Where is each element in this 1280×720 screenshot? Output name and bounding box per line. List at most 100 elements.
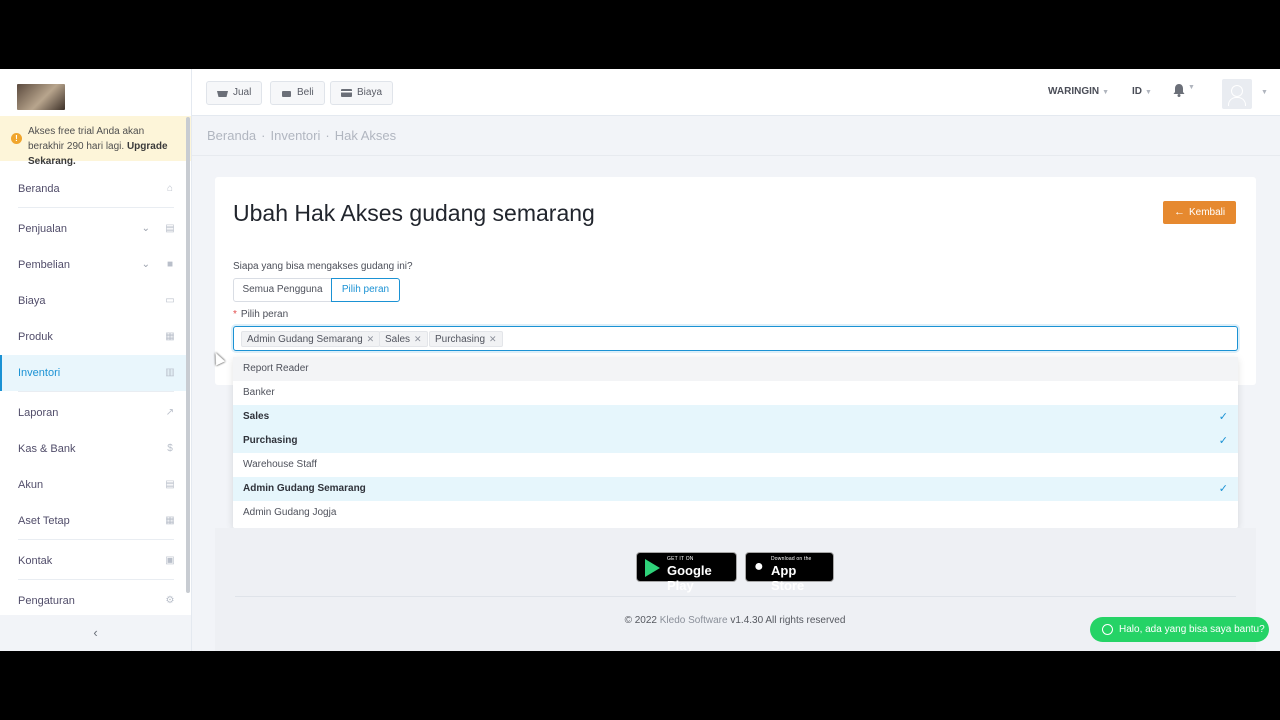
- sidebar-item-label: Aset Tetap: [18, 515, 70, 527]
- chevron-down-icon: ▼: [1188, 84, 1195, 91]
- app-store-badge[interactable]: ● Download on the App Store: [745, 552, 834, 593]
- dropdown-option[interactable]: Banker: [233, 381, 1238, 405]
- google-play-badge[interactable]: GET IT ON Google Play: [636, 552, 737, 593]
- chevron-down-icon[interactable]: ▼: [1258, 86, 1268, 97]
- dropdown-option[interactable]: Purchasing ✓: [233, 429, 1238, 453]
- card-icon: ▭: [165, 295, 175, 306]
- role-multiselect[interactable]: Admin Gudang Semarang ✕ Sales ✕ Purchasing…: [233, 326, 1238, 351]
- option-label: Admin Gudang Semarang: [243, 483, 366, 494]
- role-tag: Purchasing ✕: [429, 331, 503, 347]
- sidebar-item-label: Produk: [18, 331, 53, 343]
- chevron-down-icon: ⌄: [141, 223, 150, 234]
- sidebar-item-akun[interactable]: Akun ▤: [0, 467, 186, 503]
- role-field-label-text: Pilih peran: [240, 309, 289, 320]
- required-marker: *: [233, 309, 237, 320]
- company-logo[interactable]: [17, 84, 65, 110]
- role-tag: Admin Gudang Semarang ✕: [241, 331, 381, 347]
- role-tag-label: Sales: [385, 334, 411, 345]
- warehouse-icon: ▥: [165, 367, 175, 378]
- sidebar-item-label: Kontak: [18, 555, 53, 567]
- choose-role-option[interactable]: Pilih peran: [331, 278, 400, 302]
- company-name: WARINGIN: [1048, 86, 1100, 97]
- option-label: Warehouse Staff: [243, 459, 317, 470]
- sidebar-item-label: Inventori: [18, 367, 61, 379]
- whatsapp-chat-button[interactable]: Halo, ada yang bisa saya bantu?: [1090, 617, 1269, 642]
- trial-banner: ! Akses free trial Anda akan berakhir 29…: [0, 116, 191, 167]
- role-tag: Sales ✕: [379, 331, 428, 347]
- role-field-label: * Pilih peran: [233, 309, 288, 320]
- check-icon: ✓: [1218, 435, 1228, 447]
- sidebar-item-kas-bank[interactable]: Kas & Bank $: [0, 431, 186, 467]
- sidebar-item-label: Penjualan: [18, 223, 67, 235]
- beli-label: Beli: [297, 87, 314, 98]
- role-dropdown: Report Reader Banker Sales ✓ Purchasing ✓ …: [233, 357, 1238, 528]
- company-switcher[interactable]: WARINGIN ▼: [1048, 86, 1109, 97]
- sidebar-item-kontak[interactable]: Kontak ▣: [0, 543, 186, 579]
- app-store-label: App Store: [771, 563, 805, 593]
- sidebar-item-label: Kas & Bank: [18, 443, 76, 455]
- chevron-down-icon: ▼: [1102, 89, 1110, 96]
- biaya-label: Biaya: [357, 87, 383, 98]
- close-icon[interactable]: ✕: [414, 334, 422, 344]
- option-label: Admin Gudang Jogja: [243, 507, 337, 518]
- divider: [18, 207, 174, 208]
- breadcrumb-inventori[interactable]: Inventori: [271, 128, 321, 143]
- arrow-left-icon: ←: [1174, 206, 1185, 218]
- check-icon: ✓: [1218, 483, 1228, 495]
- option-label: Purchasing: [243, 435, 298, 446]
- close-icon[interactable]: ✕: [367, 334, 375, 344]
- copyright-year: © 2022: [624, 615, 657, 626]
- all-users-option[interactable]: Semua Pengguna: [233, 278, 332, 302]
- gears-icon: ⚙: [165, 595, 175, 606]
- access-question: Siapa yang bisa mengakses gudang ini?: [233, 261, 413, 272]
- sidebar-item-aset-tetap[interactable]: Aset Tetap ▦: [0, 503, 186, 539]
- sidebar-menu: Beranda ⌂ Penjualan ⌄ ▤ Pembelian ⌄ ■ Bi…: [0, 171, 186, 619]
- sidebar-item-produk[interactable]: Produk ▦: [0, 319, 186, 355]
- page-title: Ubah Hak Akses gudang semarang: [233, 200, 595, 226]
- beli-button[interactable]: Beli: [270, 81, 325, 105]
- language-switcher[interactable]: ID ▼: [1132, 86, 1152, 97]
- divider: [18, 539, 174, 540]
- divider: [18, 579, 174, 580]
- google-play-icon: [645, 559, 660, 577]
- avatar[interactable]: [1222, 79, 1252, 109]
- sidebar-item-label: Pengaturan: [18, 595, 75, 607]
- option-label: Banker: [243, 387, 275, 398]
- notifications-button[interactable]: ▼: [1173, 84, 1195, 100]
- dropdown-option[interactable]: Warehouse Staff: [233, 453, 1238, 477]
- sidebar-item-penjualan[interactable]: Penjualan ⌄ ▤: [0, 211, 186, 247]
- sidebar-item-pengaturan[interactable]: Pengaturan ⚙: [0, 583, 186, 619]
- divider: [192, 155, 1280, 156]
- list-icon: ▤: [165, 479, 175, 490]
- app-store-small: Download on the: [771, 556, 812, 562]
- dollar-icon: $: [167, 443, 173, 454]
- sidebar-item-label: Pembelian: [18, 259, 70, 271]
- google-play-small: GET IT ON: [667, 556, 694, 562]
- sidebar-item-pembelian[interactable]: Pembelian ⌄ ■: [0, 247, 186, 283]
- sidebar-item-beranda[interactable]: Beranda ⌂: [0, 171, 186, 207]
- close-icon[interactable]: ✕: [489, 334, 497, 344]
- role-tag-label: Purchasing: [435, 334, 486, 345]
- sidebar-item-laporan[interactable]: Laporan ↗: [0, 395, 186, 431]
- warning-icon: !: [11, 133, 22, 144]
- brand-link[interactable]: Kledo Software: [660, 615, 728, 626]
- back-button[interactable]: ← Kembali: [1163, 201, 1236, 224]
- breadcrumb-beranda[interactable]: Beranda: [207, 128, 256, 143]
- whatsapp-icon: [1102, 624, 1113, 635]
- dropdown-option[interactable]: Admin Gudang Semarang ✓: [233, 477, 1238, 501]
- biaya-button[interactable]: Biaya: [330, 81, 394, 105]
- home-icon: ⌂: [166, 183, 174, 194]
- app-window: ! Akses free trial Anda akan berakhir 29…: [0, 69, 1280, 651]
- sidebar-item-biaya[interactable]: Biaya ▭: [0, 283, 186, 319]
- dropdown-option[interactable]: Sales ✓: [233, 405, 1238, 429]
- sidebar-item-inventori[interactable]: Inventori ▥: [0, 355, 186, 391]
- contact-card-icon: ▣: [165, 555, 175, 566]
- dropdown-option[interactable]: Admin Gudang Jogja: [233, 501, 1238, 525]
- dropdown-option[interactable]: Report Reader: [233, 357, 1238, 381]
- chevron-down-icon: ⌄: [141, 259, 150, 270]
- basket-icon: [217, 91, 228, 97]
- jual-button[interactable]: Jual: [206, 81, 263, 105]
- breadcrumb-current: Hak Akses: [334, 128, 397, 143]
- back-label: Kembali: [1189, 207, 1226, 218]
- sidebar-scrollbar[interactable]: [186, 117, 190, 593]
